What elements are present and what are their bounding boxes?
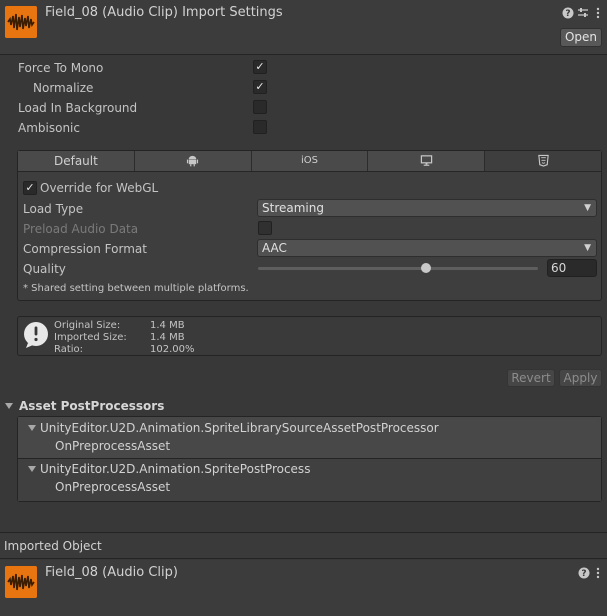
presets-icon[interactable] bbox=[576, 7, 589, 22]
audio-clip-icon bbox=[5, 566, 37, 598]
help-icon[interactable]: ? bbox=[577, 567, 590, 582]
tab-webgl[interactable] bbox=[485, 151, 601, 171]
open-button[interactable]: Open bbox=[560, 28, 602, 47]
compression-format-label: Compression Format bbox=[23, 242, 147, 256]
quality-slider-thumb[interactable] bbox=[421, 263, 431, 273]
force-to-mono-checkbox[interactable]: ✓ bbox=[253, 60, 267, 74]
postprocessor-method: OnPreprocessAsset bbox=[55, 480, 171, 494]
preload-audio-label: Preload Audio Data bbox=[23, 222, 139, 236]
foldout-arrow-icon[interactable] bbox=[5, 403, 13, 409]
html5-icon bbox=[537, 154, 549, 167]
tab-default[interactable]: Default bbox=[18, 151, 135, 171]
chevron-down-icon: ▼ bbox=[584, 243, 591, 253]
platform-tabbar: Default iOS bbox=[18, 151, 601, 172]
load-type-value: Streaming bbox=[262, 201, 324, 215]
help-icon[interactable]: ? bbox=[561, 7, 574, 22]
page-title: Field_08 (Audio Clip) Import Settings bbox=[45, 5, 283, 20]
tab-standalone[interactable] bbox=[368, 151, 486, 171]
revert-button[interactable]: Revert bbox=[507, 369, 555, 387]
monitor-icon bbox=[420, 155, 432, 166]
force-to-mono-label: Force To Mono bbox=[18, 61, 104, 75]
load-in-background-label: Load In Background bbox=[18, 101, 138, 115]
kebab-menu-icon[interactable] bbox=[594, 7, 602, 22]
svg-text:?: ? bbox=[581, 569, 586, 579]
imported-object-title: Field_08 (Audio Clip) bbox=[45, 565, 178, 580]
quality-label: Quality bbox=[23, 262, 66, 276]
compression-format-value: AAC bbox=[262, 241, 287, 255]
tab-ios[interactable]: iOS bbox=[252, 151, 369, 171]
imported-size-label: Imported Size: bbox=[54, 332, 127, 343]
original-size-label: Original Size: bbox=[54, 320, 121, 331]
asset-postprocessors-title[interactable]: Asset PostProcessors bbox=[19, 399, 164, 413]
compression-format-dropdown[interactable]: AAC ▼ bbox=[257, 239, 597, 257]
imported-object-label: Imported Object bbox=[4, 539, 102, 553]
chevron-down-icon: ▼ bbox=[584, 203, 591, 213]
audio-clip-icon bbox=[5, 6, 37, 38]
warning-info-icon bbox=[22, 321, 50, 349]
override-webgl-checkbox[interactable]: ✓ bbox=[23, 181, 37, 195]
android-icon bbox=[187, 155, 199, 167]
quality-slider-track[interactable] bbox=[258, 267, 538, 270]
svg-text:?: ? bbox=[565, 9, 570, 19]
normalize-label: Normalize bbox=[33, 81, 94, 95]
load-type-label: Load Type bbox=[23, 202, 84, 216]
postprocessor-method: OnPreprocessAsset bbox=[55, 439, 171, 453]
load-type-dropdown[interactable]: Streaming ▼ bbox=[257, 199, 597, 217]
postprocessor-name: UnityEditor.U2D.Animation.SpriteLibraryS… bbox=[40, 421, 439, 435]
normalize-checkbox[interactable]: ✓ bbox=[253, 80, 267, 94]
postprocessor-name: UnityEditor.U2D.Animation.SpritePostProc… bbox=[40, 462, 311, 476]
preload-audio-checkbox bbox=[258, 221, 272, 235]
quality-input[interactable]: 60 bbox=[547, 259, 597, 277]
ratio-label: Ratio: bbox=[54, 344, 84, 355]
ambisonic-checkbox[interactable] bbox=[253, 120, 267, 134]
shared-setting-note: * Shared setting between multiple platfo… bbox=[23, 283, 249, 294]
apply-button[interactable]: Apply bbox=[559, 369, 602, 387]
foldout-arrow-icon[interactable] bbox=[28, 425, 36, 431]
imported-size-value: 1.4 MB bbox=[150, 332, 185, 343]
ambisonic-label: Ambisonic bbox=[18, 121, 80, 135]
kebab-menu-icon[interactable] bbox=[594, 567, 602, 582]
override-webgl-label: Override for WebGL bbox=[40, 181, 159, 195]
foldout-arrow-icon[interactable] bbox=[28, 466, 36, 472]
load-in-background-checkbox[interactable] bbox=[253, 100, 267, 114]
tab-android[interactable] bbox=[135, 151, 252, 171]
original-size-value: 1.4 MB bbox=[150, 320, 185, 331]
ratio-value: 102.00% bbox=[150, 344, 195, 355]
